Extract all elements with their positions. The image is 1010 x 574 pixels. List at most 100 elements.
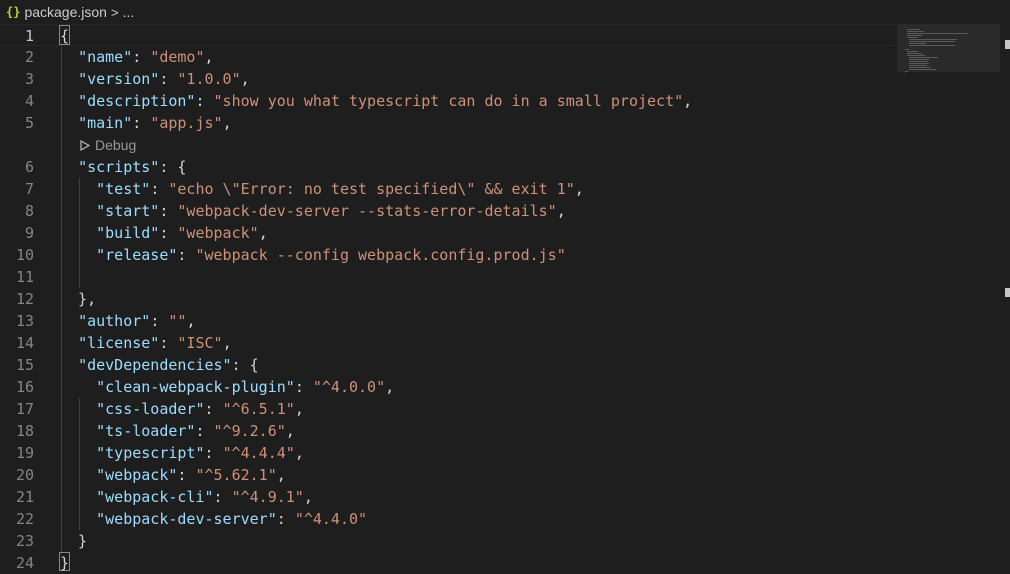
line-number: 14	[15, 334, 34, 352]
code-line[interactable]: 22 "webpack-dev-server": "^4.4.0"	[0, 508, 895, 530]
json-punctuation: :	[132, 48, 151, 66]
code-line[interactable]: 12 },	[0, 288, 895, 310]
json-string: "app.js"	[150, 114, 223, 132]
breadcrumb-file[interactable]: package.json	[24, 4, 107, 20]
json-key: "build"	[96, 224, 160, 242]
minimap[interactable]	[897, 24, 1000, 74]
line-number: 10	[15, 246, 34, 264]
json-punctuation	[60, 466, 96, 484]
line-number: 22	[15, 510, 34, 528]
line-number: 13	[15, 312, 34, 330]
line-number: 12	[15, 290, 34, 308]
code-line[interactable]: 15 "devDependencies": {	[0, 354, 895, 376]
code-line[interactable]: 13 "author": "",	[0, 310, 895, 332]
code-line[interactable]: 7 "test": "echo \"Error: no test specifi…	[0, 178, 895, 200]
code-line[interactable]: 21 "webpack-cli": "^4.9.1",	[0, 486, 895, 508]
code-editor[interactable]: Debug 1{2 "name": "demo", 3 "version": "1…	[0, 24, 1010, 572]
json-string: "^5.62.1"	[195, 466, 277, 484]
json-key: "devDependencies"	[78, 356, 232, 374]
json-punctuation	[60, 92, 78, 110]
json-punctuation: :	[294, 378, 313, 396]
json-punctuation: :	[177, 246, 196, 264]
json-punctuation: :	[150, 312, 169, 330]
line-number: 20	[15, 466, 34, 484]
minimap-line	[908, 57, 939, 58]
json-string: "^6.5.1"	[222, 400, 295, 418]
code-line[interactable]: 23 }	[0, 530, 895, 552]
code-text: "test": "echo \"Error: no test specified…	[60, 178, 584, 200]
code-line[interactable]: 6 "scripts": {	[0, 156, 895, 178]
line-number: 17	[15, 400, 34, 418]
minimap-line	[908, 69, 936, 70]
line-number: 11	[15, 268, 34, 286]
json-punctuation: ,	[683, 92, 693, 110]
code-text: {	[60, 25, 69, 47]
json-key: "typescript"	[96, 444, 205, 462]
code-line[interactable]: 17 "css-loader": "^6.5.1",	[0, 398, 895, 420]
code-text: }	[60, 530, 87, 552]
json-punctuation: }	[60, 532, 88, 550]
line-number: 5	[24, 114, 34, 132]
line-number: 2	[24, 48, 34, 66]
code-line[interactable]: 14 "license": "ISC",	[0, 332, 895, 354]
minimap-line	[905, 27, 906, 28]
line-number: 19	[15, 444, 34, 462]
line-number: 6	[24, 158, 34, 176]
json-punctuation	[60, 202, 96, 220]
json-string: "^4.4.0"	[294, 510, 368, 528]
code-text: "main": "app.js",	[60, 112, 232, 134]
code-text: "clean-webpack-plugin": "^4.0.0",	[60, 376, 394, 398]
json-string: "webpack --config webpack.config.prod.js…	[195, 246, 566, 264]
code-line[interactable]: 1{	[0, 24, 895, 46]
code-line[interactable]: 3 "version": "1.0.0",	[0, 68, 895, 90]
json-punctuation	[60, 400, 96, 418]
json-punctuation	[60, 158, 78, 176]
code-text: "name": "demo",	[60, 46, 214, 68]
json-punctuation: :	[204, 400, 223, 418]
code-line[interactable]: 10 "release": "webpack --config webpack.…	[0, 244, 895, 266]
json-key: "scripts"	[78, 158, 160, 176]
json-key: "description"	[78, 92, 196, 110]
code-text: "release": "webpack --config webpack.con…	[60, 244, 566, 266]
scrollbar-marker[interactable]	[1005, 40, 1010, 49]
code-text: "css-loader": "^6.5.1",	[60, 398, 304, 420]
json-punctuation: ,	[303, 488, 313, 506]
code-line[interactable]: 16 "clean-webpack-plugin": "^4.0.0",	[0, 376, 895, 398]
code-line[interactable]: 2 "name": "demo",	[0, 46, 895, 68]
code-line[interactable]: 11	[0, 266, 895, 288]
json-punctuation	[60, 312, 78, 330]
minimap-line	[906, 35, 923, 36]
debug-codelens[interactable]: Debug	[80, 136, 136, 154]
json-punctuation	[60, 488, 96, 506]
json-punctuation	[60, 378, 96, 396]
code-line[interactable]: 19 "typescript": "^4.4.4",	[0, 442, 895, 464]
minimap-line	[908, 61, 929, 62]
json-string: ""	[168, 312, 187, 330]
json-punctuation: ,	[556, 202, 566, 220]
json-key: "release"	[96, 246, 178, 264]
line-number: 18	[15, 422, 34, 440]
code-line[interactable]: 9 "build": "webpack",	[0, 222, 895, 244]
json-punctuation: :	[195, 92, 214, 110]
code-text: "webpack": "^5.62.1",	[60, 464, 286, 486]
code-line[interactable]: 20 "webpack": "^5.62.1",	[0, 464, 895, 486]
code-line[interactable]: 5 "main": "app.js",	[0, 112, 895, 134]
json-string: "^9.2.6"	[213, 422, 286, 440]
line-number: 3	[24, 70, 34, 88]
json-punctuation: :	[159, 70, 178, 88]
line-number: 7	[24, 180, 34, 198]
line-number: 8	[24, 202, 34, 220]
json-key: "webpack-dev-server"	[96, 510, 277, 528]
code-line[interactable]: 8 "start": "webpack-dev-server --stats-e…	[0, 200, 895, 222]
json-key: "version"	[78, 70, 160, 88]
line-number: 1	[24, 27, 34, 45]
minimap-line	[908, 67, 931, 68]
breadcrumb-symbol[interactable]: ...	[123, 4, 135, 20]
json-punctuation: ,	[204, 48, 214, 66]
json-punctuation	[60, 444, 96, 462]
code-line[interactable]: 18 "ts-loader": "^9.2.6",	[0, 420, 895, 442]
scrollbar-marker[interactable]	[1005, 288, 1010, 297]
code-line[interactable]: 4 "description": "show you what typescri…	[0, 90, 895, 112]
minimap-line	[908, 39, 958, 40]
minimap-line	[905, 73, 906, 74]
